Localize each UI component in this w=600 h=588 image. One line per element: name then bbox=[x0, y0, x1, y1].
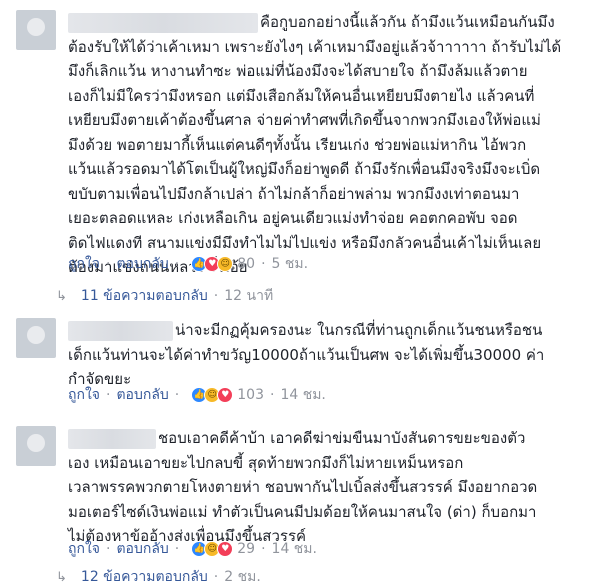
separator: · bbox=[261, 541, 266, 557]
separator: · bbox=[174, 541, 180, 557]
timestamp[interactable]: 5 ชม. bbox=[272, 253, 309, 275]
comment-text: คือกูบอกอย่างนี้แล้วกัน ถ้ามึงแว้นเหมือน… bbox=[68, 12, 562, 276]
view-replies[interactable]: ↳ 12 ข้อความตอบกลับ · 2 ชม. bbox=[56, 566, 261, 588]
view-replies[interactable]: ↳ 11 ข้อความตอบกลับ · 12 นาที bbox=[56, 285, 273, 307]
love-reaction-icon: ♥ bbox=[217, 387, 234, 403]
haha-reaction-icon: ☺ bbox=[217, 256, 234, 272]
reaction-count[interactable]: 103 bbox=[237, 387, 264, 403]
separator: · bbox=[174, 256, 180, 272]
like-button[interactable]: ถูกใจ bbox=[68, 253, 100, 275]
replies-timestamp: 12 นาที bbox=[224, 288, 274, 304]
separator: · bbox=[174, 387, 180, 403]
avatar[interactable] bbox=[16, 318, 56, 358]
reply-arrow-icon: ↳ bbox=[56, 569, 67, 585]
comment-actions: ถูกใจ · ตอบกลับ · 👍 ☺ ♥ 29 · 14 ชม. bbox=[68, 538, 317, 560]
like-button[interactable]: ถูกใจ bbox=[68, 538, 100, 560]
separator: · bbox=[106, 387, 111, 403]
reply-button[interactable]: ตอบกลับ bbox=[116, 538, 168, 560]
separator: · bbox=[261, 256, 266, 272]
timestamp[interactable]: 14 ชม. bbox=[272, 538, 317, 560]
reactions[interactable]: 👍 ☺ ♥ bbox=[191, 541, 234, 557]
reply-button[interactable]: ตอบกลับ bbox=[116, 384, 168, 406]
avatar[interactable] bbox=[16, 426, 56, 466]
comment-actions: ถูกใจ · ตอบกลับ · 👍 ☺ ♥ 103 · 14 ชม. bbox=[68, 384, 326, 406]
love-reaction-icon: ♥ bbox=[217, 541, 234, 557]
timestamp[interactable]: 14 ชม. bbox=[280, 384, 325, 406]
comment-text: ชอบเอาคดีค้าบ้า เอาคดีฆ่าข่มขืนมาบังสันด… bbox=[68, 428, 538, 545]
commenter-name[interactable] bbox=[68, 428, 156, 449]
reactions[interactable]: 👍 ♥ ☺ bbox=[191, 256, 234, 272]
separator: · bbox=[106, 256, 111, 272]
avatar[interactable] bbox=[16, 10, 56, 50]
like-button[interactable]: ถูกใจ bbox=[68, 384, 100, 406]
separator: · bbox=[213, 569, 219, 585]
separator: · bbox=[269, 387, 275, 403]
reactions[interactable]: 👍 ☺ ♥ bbox=[191, 387, 234, 403]
reply-button[interactable]: ตอบกลับ bbox=[116, 253, 168, 275]
commenter-name[interactable] bbox=[68, 12, 258, 33]
separator: · bbox=[213, 288, 219, 304]
separator: · bbox=[106, 541, 111, 557]
reaction-count[interactable]: 29 bbox=[237, 541, 255, 557]
commenter-name[interactable] bbox=[68, 320, 173, 341]
reaction-count[interactable]: 80 bbox=[237, 256, 255, 272]
comment-text: น่าจะมีกฏคุ้มครองนะ ในกรณีที่ท่านถูกเด็ก… bbox=[68, 320, 545, 388]
reply-arrow-icon: ↳ bbox=[56, 288, 67, 304]
comment-actions: ถูกใจ · ตอบกลับ · 👍 ♥ ☺ 80 · 5 ชม. bbox=[68, 253, 308, 275]
replies-count[interactable]: 12 ข้อความตอบกลับ bbox=[81, 566, 208, 588]
replies-timestamp: 2 ชม. bbox=[224, 569, 261, 585]
replies-count[interactable]: 11 ข้อความตอบกลับ bbox=[81, 285, 208, 307]
